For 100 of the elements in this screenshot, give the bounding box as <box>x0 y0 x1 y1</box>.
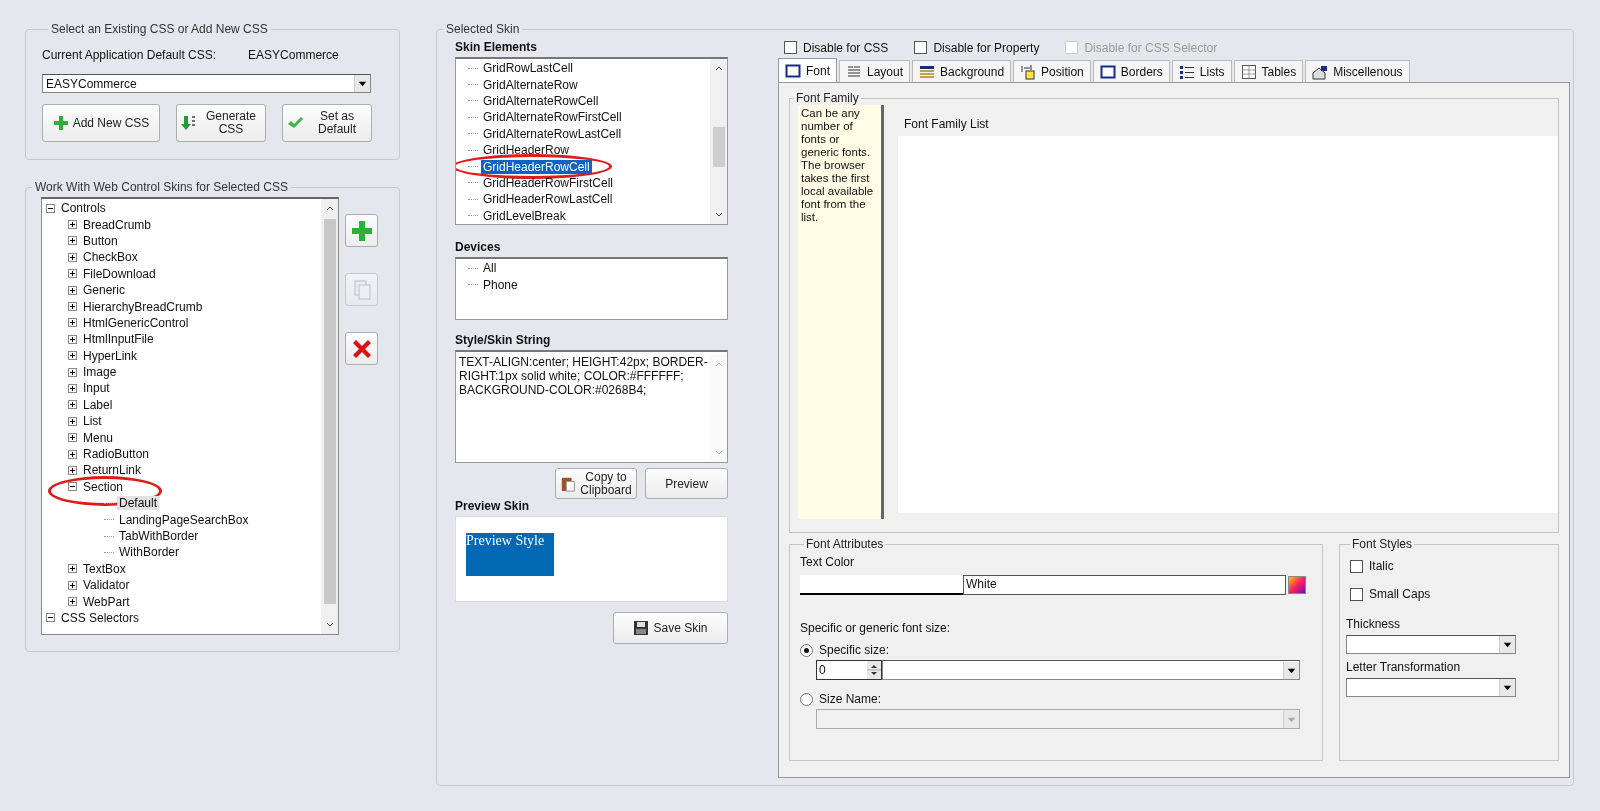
scrollbar[interactable] <box>710 59 727 224</box>
skin-element-item[interactable]: GridAlternateRowFirstCell <box>481 110 624 125</box>
expand-icon[interactable] <box>68 269 77 279</box>
style-checkbox[interactable]: Italic <box>1350 559 1558 573</box>
skin-element-item[interactable]: GridAlternateRowLastCell <box>481 126 624 141</box>
scroll-thumb[interactable] <box>712 127 725 167</box>
css-dropdown[interactable]: EASYCommerce <box>42 74 371 93</box>
toolbar-button[interactable]: Add New CSS <box>42 104 160 142</box>
expand-icon[interactable] <box>68 351 77 361</box>
skin-element-item[interactable]: GridRowLastCell <box>481 61 576 76</box>
scroll-down-icon[interactable] <box>713 211 724 219</box>
tree-item[interactable]: HtmlInputFile <box>81 332 156 347</box>
skin-element-item[interactable]: GridAlternateRowCell <box>481 93 601 108</box>
tree-item[interactable]: Image <box>81 365 119 380</box>
tree-item[interactable]: LandingPageSearchBox <box>117 512 251 527</box>
default-css-label: Current Application Default CSS: <box>42 48 217 62</box>
color-picker-icon[interactable] <box>1288 576 1306 594</box>
delete-button[interactable] <box>345 332 378 365</box>
expand-icon[interactable] <box>68 367 77 377</box>
expand-icon[interactable] <box>68 564 77 574</box>
spinner-arrows-icon[interactable] <box>867 661 881 679</box>
tree-item[interactable]: FileDownload <box>81 266 158 281</box>
tree-item[interactable]: WebPart <box>81 594 132 609</box>
tree-item[interactable]: CSS Selectors <box>59 610 142 625</box>
option-checkbox[interactable]: Disable for Property <box>914 39 1040 56</box>
expand-icon[interactable] <box>68 220 77 230</box>
skin-element-item[interactable]: GridLevelBreak <box>481 208 568 223</box>
preview-button[interactable]: Preview <box>645 468 728 499</box>
add-button[interactable] <box>345 214 378 247</box>
tree-item[interactable]: TabWithBorder <box>117 529 201 543</box>
radio-option[interactable]: Specific size: <box>800 643 1322 657</box>
color-field[interactable]: White <box>963 575 1286 595</box>
tab[interactable]: Background <box>912 60 1012 82</box>
tree-item[interactable]: HyperLink <box>81 348 140 363</box>
style-checkbox[interactable]: Small Caps <box>1350 587 1558 601</box>
tree-item[interactable]: CheckBox <box>81 250 140 265</box>
expand-icon[interactable] <box>68 433 77 443</box>
expand-icon[interactable] <box>68 384 77 393</box>
expand-icon[interactable] <box>68 449 77 459</box>
size-spinner[interactable]: 0 <box>816 660 882 680</box>
collapse-icon[interactable] <box>46 203 55 213</box>
copy-to-clipboard-button[interactable]: Copy to Clipboard <box>555 468 637 499</box>
expand-icon[interactable] <box>68 465 77 475</box>
expand-icon[interactable] <box>68 597 77 607</box>
thickness-dropdown[interactable] <box>1346 635 1516 654</box>
tree-item[interactable]: Menu <box>81 430 116 445</box>
scroll-up-icon[interactable] <box>713 64 724 72</box>
scroll-down-icon[interactable] <box>324 621 335 629</box>
option-checkbox[interactable]: Disable for CSS <box>784 39 889 56</box>
scroll-up-icon[interactable] <box>324 204 335 212</box>
tab[interactable]: Tables <box>1233 60 1304 82</box>
tab[interactable]: Miscellenous <box>1305 60 1410 82</box>
collapse-icon[interactable] <box>68 482 77 492</box>
skin-element-item[interactable]: GridHeaderRow <box>481 143 572 158</box>
tree-item[interactable]: List <box>81 414 104 429</box>
expand-icon[interactable] <box>68 334 77 344</box>
save-skin-button[interactable]: Save Skin <box>613 612 728 644</box>
tab[interactable]: Lists <box>1171 60 1232 82</box>
expand-icon[interactable] <box>68 318 77 328</box>
tree-item[interactable]: Label <box>81 397 115 412</box>
scrollbar[interactable] <box>321 199 338 634</box>
toolbar-button[interactable]: Generate CSS <box>176 104 266 142</box>
device-item[interactable]: Phone <box>481 277 520 292</box>
tree-item[interactable]: ReturnLink <box>81 463 144 478</box>
expand-icon[interactable] <box>68 252 77 262</box>
tree-item[interactable]: Validator <box>81 578 132 593</box>
letter-transformation-dropdown[interactable] <box>1346 678 1516 697</box>
skin-element-item[interactable]: GridAlternateRow <box>481 77 580 92</box>
expand-icon[interactable] <box>68 302 77 312</box>
collapse-icon[interactable] <box>46 613 55 623</box>
tree-item[interactable]: Generic <box>81 283 128 298</box>
unit-dropdown[interactable] <box>882 660 1300 680</box>
tab[interactable]: Position <box>1013 60 1091 82</box>
tree-item[interactable]: Section <box>81 479 126 494</box>
tree-item[interactable]: HtmlGenericControl <box>81 315 191 330</box>
tab[interactable]: Borders <box>1092 60 1170 82</box>
device-item[interactable]: All <box>481 261 499 276</box>
tree-item[interactable]: BreadCrumb <box>81 217 154 232</box>
expand-icon[interactable] <box>68 580 77 590</box>
toolbar-button[interactable]: Set as Default <box>282 104 372 142</box>
expand-icon[interactable] <box>68 416 77 426</box>
tree-item[interactable]: WithBorder <box>117 545 182 560</box>
tree-item[interactable]: Input <box>81 381 112 396</box>
tree-item[interactable]: TextBox <box>81 561 128 576</box>
tree-item[interactable]: RadioButton <box>81 447 152 462</box>
expand-icon[interactable] <box>68 236 77 246</box>
tree-item[interactable]: Default <box>117 496 160 511</box>
skin-element-item[interactable]: GridHeaderRowFirstCell <box>481 175 616 190</box>
tree-item[interactable]: Button <box>81 233 120 248</box>
skin-element-item[interactable]: GridHeaderRowLastCell <box>481 192 615 207</box>
tree-item[interactable]: HierarchyBreadCrumb <box>81 299 205 314</box>
radio-option[interactable]: Size Name: <box>800 692 1322 706</box>
tab[interactable]: Layout <box>839 60 911 82</box>
expand-icon[interactable] <box>68 400 77 410</box>
tree-item[interactable]: Controls <box>59 201 108 216</box>
tab[interactable]: Font <box>778 58 837 82</box>
expand-icon[interactable] <box>68 285 77 295</box>
misc-tab-icon <box>1312 63 1329 80</box>
skin-element-item[interactable]: GridHeaderRowCell <box>481 159 592 174</box>
scroll-thumb[interactable] <box>323 219 336 604</box>
